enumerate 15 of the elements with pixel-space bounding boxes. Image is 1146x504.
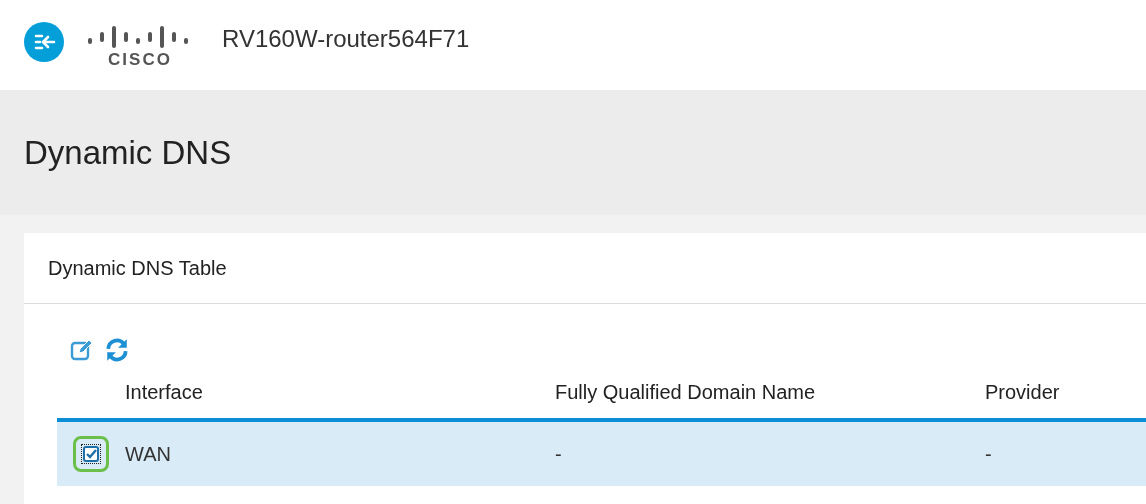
checkbox[interactable] bbox=[82, 445, 100, 463]
table-cell-text: - bbox=[555, 442, 563, 466]
column-header: Interface bbox=[125, 380, 204, 404]
column-header: Provider bbox=[985, 380, 1061, 404]
page-title: Dynamic DNS bbox=[24, 133, 232, 172]
device-name: RV160W-router564F71 bbox=[222, 25, 470, 53]
back-icon[interactable] bbox=[24, 22, 64, 62]
column-header: Fully Qualified Domain Name bbox=[555, 380, 817, 404]
card-title: Dynamic DNS Table bbox=[48, 256, 227, 280]
logo-text: CISCO bbox=[108, 50, 172, 69]
refresh-icon[interactable] bbox=[104, 337, 130, 363]
edit-icon[interactable] bbox=[70, 338, 94, 362]
table-cell-text: WAN bbox=[125, 442, 172, 466]
table-row[interactable]: WAN - - bbox=[57, 422, 1146, 486]
table-cell-text: - bbox=[985, 442, 993, 466]
